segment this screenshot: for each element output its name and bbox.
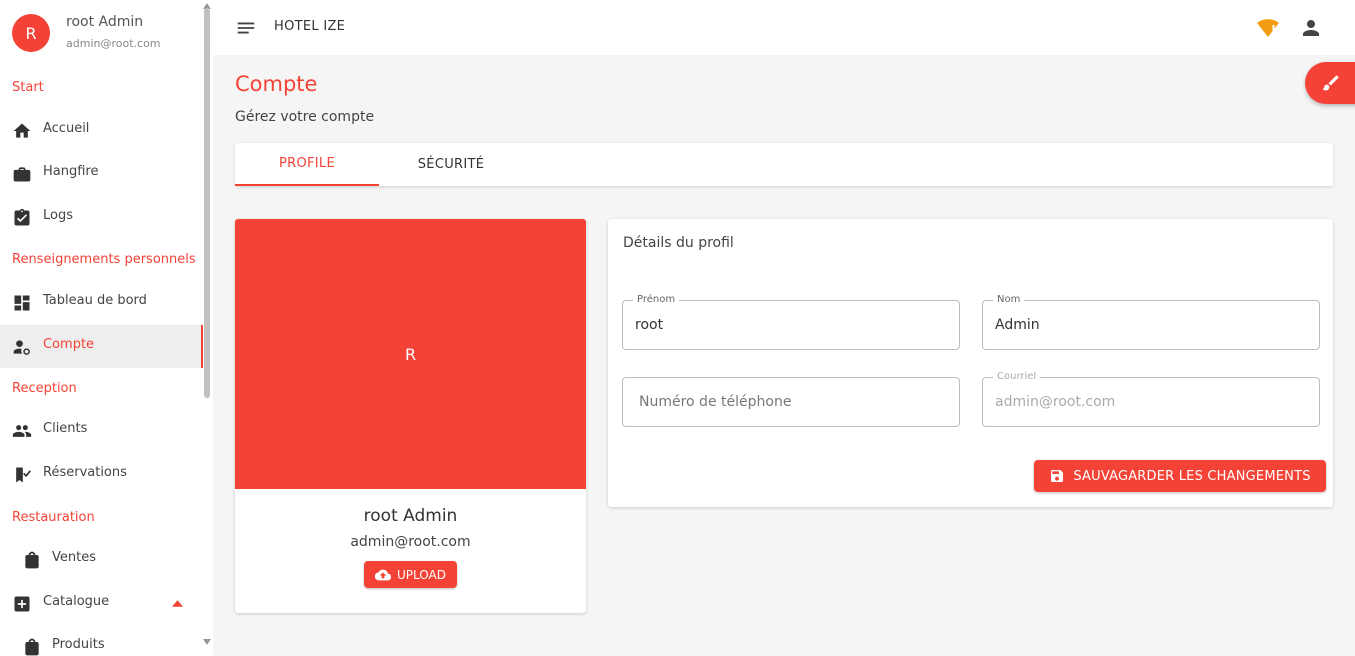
bookmark-check-icon <box>16 467 31 483</box>
details-title: Détails du profil <box>623 235 734 251</box>
sidebar-item-produits[interactable]: Produits <box>0 625 203 656</box>
sidebar-item-label: Logs <box>43 208 73 223</box>
sidebar-item-compte[interactable]: Compte <box>0 325 203 368</box>
sidebar: R root Admin admin@root.com Start Accuei… <box>0 0 213 656</box>
sidebar-item-label: Réservations <box>43 465 127 480</box>
sidebar-item-ventes[interactable]: Ventes <box>0 538 203 581</box>
upload-button[interactable]: UPLOAD <box>364 561 457 588</box>
dashboard-icon <box>14 295 30 311</box>
phone-input[interactable] <box>639 394 939 410</box>
sidebar-item-accueil[interactable]: Accueil <box>0 109 203 152</box>
sidebar-item-reservations[interactable]: Réservations <box>0 453 203 496</box>
user-email: admin@root.com <box>66 37 161 50</box>
sidebar-item-tableau-de-bord[interactable]: Tableau de bord <box>0 281 203 324</box>
phone-field <box>622 377 960 427</box>
menu-icon[interactable] <box>235 17 257 39</box>
sidebar-scrollbar[interactable] <box>204 8 210 398</box>
save-icon <box>1051 470 1064 482</box>
courriel-label: Courriel <box>993 371 1041 382</box>
brush-icon <box>1322 75 1339 91</box>
sidebar-item-label: Accueil <box>43 121 90 136</box>
section-renseignements: Renseignements personnels <box>12 252 196 267</box>
profile-name: root Admin <box>363 506 458 526</box>
section-start: Start <box>12 80 44 95</box>
sidebar-item-label: Hangfire <box>43 164 99 179</box>
sidebar-item-label: Tableau de bord <box>43 293 147 308</box>
tab-profile[interactable]: PROFILE <box>235 143 379 186</box>
people-icon <box>12 425 32 437</box>
home-icon <box>13 123 31 138</box>
prenom-label: Prénom <box>633 294 680 305</box>
sidebar-item-logs[interactable]: Logs <box>0 196 203 239</box>
prenom-input[interactable] <box>635 317 935 333</box>
sidebar-user: R root Admin admin@root.com <box>0 0 213 66</box>
sidebar-item-clients[interactable]: Clients <box>0 409 203 452</box>
tab-securite[interactable]: SÉCURITÉ <box>379 143 523 186</box>
shopping-bag-icon <box>25 551 39 569</box>
profile-email: admin@root.com <box>350 534 471 550</box>
account-icon[interactable] <box>1299 16 1323 40</box>
sidebar-item-label: Catalogue <box>43 594 110 609</box>
cloud-upload-icon <box>375 569 392 580</box>
shopping-bag-icon <box>25 638 39 656</box>
clipboard-check-icon <box>14 208 30 226</box>
nom-label: Nom <box>993 294 1025 305</box>
chevron-up-icon[interactable] <box>172 600 183 607</box>
courriel-input <box>995 394 1295 410</box>
user-name: root Admin <box>66 14 144 30</box>
topbar: HOTEL IZE <box>213 0 1355 55</box>
page-subtitle: Gérez votre compte <box>235 109 375 125</box>
app-title: HOTEL IZE <box>274 19 346 34</box>
profile-details-card: Détails du profil Prénom Nom Courriel SA… <box>608 219 1333 507</box>
briefcase-icon <box>13 167 31 182</box>
sidebar-item-hangfire[interactable]: Hangfire <box>0 152 203 195</box>
sidebar-item-label: Produits <box>52 637 105 652</box>
upload-label: UPLOAD <box>397 567 446 582</box>
nom-field: Nom <box>982 294 1320 350</box>
page-title: Compte <box>235 72 318 96</box>
wifi-warning-icon[interactable] <box>1256 16 1280 40</box>
save-label: SAUVAGARDER LES CHANGEMENTS <box>1073 468 1311 484</box>
profile-avatar: R <box>235 219 586 489</box>
add-box-icon <box>14 596 30 612</box>
profile-card: R root Admin admin@root.com UPLOAD <box>235 219 586 613</box>
tab-bar: PROFILE SÉCURITÉ <box>235 143 1333 186</box>
section-reception: Reception <box>12 381 77 396</box>
section-restauration: Restauration <box>12 510 95 525</box>
avatar[interactable]: R <box>12 14 50 52</box>
manage-accounts-icon <box>13 340 30 355</box>
sidebar-item-label: Clients <box>43 421 88 436</box>
scroll-down-icon[interactable] <box>203 639 211 645</box>
courriel-field: Courriel <box>982 371 1320 427</box>
sidebar-item-label: Ventes <box>52 550 96 565</box>
theme-customizer-button[interactable] <box>1305 62 1355 104</box>
nom-input[interactable] <box>995 317 1295 333</box>
prenom-field: Prénom <box>622 294 960 350</box>
sidebar-item-label: Compte <box>43 337 95 352</box>
sidebar-item-catalogue[interactable]: Catalogue <box>0 582 203 625</box>
save-button[interactable]: SAUVAGARDER LES CHANGEMENTS <box>1034 460 1326 492</box>
